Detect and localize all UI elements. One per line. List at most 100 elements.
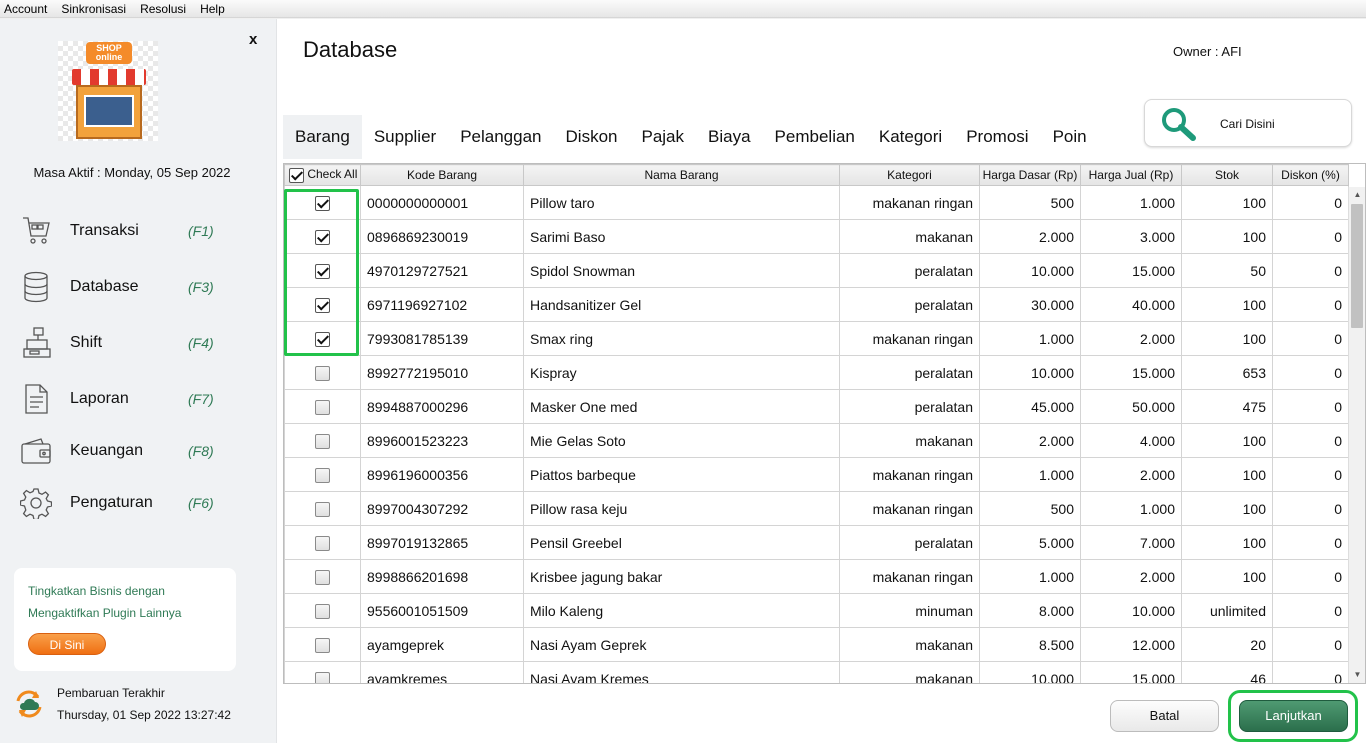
- sidebar-item-shift[interactable]: Shift (F4): [20, 323, 230, 363]
- menu-help[interactable]: Help: [200, 2, 225, 16]
- scroll-down-arrow-icon[interactable]: ▼: [1349, 667, 1365, 683]
- checkbox-cell[interactable]: [284, 491, 361, 526]
- kode-cell: 8997004307292: [360, 491, 524, 526]
- sidebar-item-laporan[interactable]: Laporan (F7): [20, 379, 230, 419]
- lanjutkan-button[interactable]: Lanjutkan: [1239, 700, 1348, 732]
- tab-barang[interactable]: Barang: [283, 115, 362, 159]
- sidebar-item-database[interactable]: Database (F3): [20, 267, 230, 307]
- kategori-cell: makanan: [839, 219, 980, 254]
- diskon-cell: 0: [1272, 525, 1349, 560]
- sidebar-item-transaksi[interactable]: Transaksi (F1): [20, 211, 230, 251]
- harga-dasar-cell: 30.000: [979, 287, 1081, 322]
- page-title: Database: [303, 37, 398, 62]
- tab-biaya[interactable]: Biaya: [696, 115, 763, 159]
- table-row[interactable]: 4970129727521 Spidol Snowman peralatan 10.0…: [284, 253, 1349, 288]
- column-header[interactable]: Harga Jual (Rp): [1080, 164, 1182, 186]
- harga-jual-cell: 12.000: [1080, 627, 1182, 662]
- row-checkbox[interactable]: [315, 433, 330, 449]
- table-row[interactable]: 8996001523223 Mie Gelas Soto makanan 2.000 4…: [284, 423, 1349, 458]
- scroll-thumb[interactable]: [1351, 204, 1363, 328]
- table-row[interactable]: 8997019132865 Pensil Greebel peralatan 5.00…: [284, 525, 1349, 560]
- row-checkbox[interactable]: [315, 331, 330, 347]
- checkbox-cell[interactable]: [284, 457, 361, 492]
- table-row[interactable]: 9556001051509 Milo Kaleng minuman 8.000 10.0…: [284, 593, 1349, 628]
- table-row[interactable]: ayamgeprek Nasi Ayam Geprek makanan 8.500 12…: [284, 627, 1349, 662]
- table-row[interactable]: 8996196000356 Piattos barbeque makanan rin…: [284, 457, 1349, 492]
- masa-aktif-text: Masa Aktif : Monday, 05 Sep 2022: [33, 165, 231, 180]
- column-header[interactable]: Diskon (%): [1272, 164, 1349, 186]
- row-checkbox[interactable]: [315, 399, 330, 415]
- checkbox-cell[interactable]: [284, 219, 361, 254]
- menu-sinkronisasi[interactable]: Sinkronisasi: [61, 2, 126, 16]
- di-sini-button[interactable]: Di Sini: [28, 633, 106, 655]
- menu-account[interactable]: Account: [4, 2, 47, 16]
- batal-button[interactable]: Batal: [1110, 700, 1219, 732]
- column-header[interactable]: Kategori: [839, 164, 980, 186]
- close-sidebar-button[interactable]: x: [249, 31, 257, 48]
- table-row[interactable]: 0000000000001 Pillow taro makanan ringan 50…: [284, 185, 1349, 220]
- tab-kategori[interactable]: Kategori: [867, 115, 954, 159]
- tab-diskon[interactable]: Diskon: [554, 115, 630, 159]
- checkbox-cell[interactable]: [284, 593, 361, 628]
- scroll-up-arrow-icon[interactable]: ▲: [1349, 187, 1365, 203]
- table-row[interactable]: ayamkremes Nasi Ayam Kremes makanan 10.000 1…: [284, 661, 1349, 683]
- table-row[interactable]: 6971196927102 Handsanitizer Gel peralatan 3…: [284, 287, 1349, 322]
- row-checkbox[interactable]: [315, 365, 330, 381]
- row-checkbox[interactable]: [315, 569, 330, 585]
- shortcut-key: (F8): [188, 443, 214, 459]
- tab-supplier[interactable]: Supplier: [362, 115, 448, 159]
- checkbox-cell[interactable]: [284, 355, 361, 390]
- shortcut-key: (F7): [188, 391, 214, 407]
- row-checkbox[interactable]: [315, 535, 330, 551]
- table-row[interactable]: 7993081785139 Smax ring makanan ringan 1.00…: [284, 321, 1349, 356]
- row-checkbox[interactable]: [315, 637, 330, 653]
- row-checkbox[interactable]: [315, 195, 330, 211]
- check-all-checkbox[interactable]: [289, 167, 304, 183]
- gear-icon: [20, 486, 52, 520]
- checkbox-cell[interactable]: [284, 627, 361, 662]
- checkbox-cell[interactable]: [284, 423, 361, 458]
- tab-pajak[interactable]: Pajak: [629, 115, 696, 159]
- checkbox-cell[interactable]: [284, 253, 361, 288]
- row-checkbox[interactable]: [315, 263, 330, 279]
- table-row[interactable]: 8998866201698 Krisbee jagung bakar makanan…: [284, 559, 1349, 594]
- checkbox-cell[interactable]: [284, 185, 361, 220]
- row-checkbox[interactable]: [315, 501, 330, 517]
- row-checkbox[interactable]: [315, 467, 330, 483]
- row-checkbox[interactable]: [315, 229, 330, 245]
- tab-pelanggan[interactable]: Pelanggan: [448, 115, 553, 159]
- column-header-check-all[interactable]: Check All: [284, 164, 361, 186]
- nama-cell: Handsanitizer Gel: [523, 287, 840, 322]
- harga-jual-cell: 15.000: [1080, 661, 1182, 683]
- column-header[interactable]: Nama Barang: [523, 164, 840, 186]
- search-button[interactable]: Cari Disini: [1144, 99, 1352, 147]
- tab-poin[interactable]: Poin: [1041, 115, 1099, 159]
- vertical-scrollbar[interactable]: ▲ ▼: [1348, 187, 1365, 683]
- stok-cell: 50: [1181, 253, 1273, 288]
- checkbox-cell[interactable]: [284, 661, 361, 683]
- table-row[interactable]: 0896869230019 Sarimi Baso makanan 2.000 3.00…: [284, 219, 1349, 254]
- sidebar-item-pengaturan[interactable]: Pengaturan (F6): [20, 483, 230, 523]
- sidebar-item-label: Shift: [70, 334, 103, 351]
- menu-resolusi[interactable]: Resolusi: [140, 2, 186, 16]
- checkbox-cell[interactable]: [284, 525, 361, 560]
- tab-pembelian[interactable]: Pembelian: [763, 115, 867, 159]
- nama-cell: Sarimi Baso: [523, 219, 840, 254]
- row-checkbox[interactable]: [315, 297, 330, 313]
- tab-promosi[interactable]: Promosi: [954, 115, 1040, 159]
- harga-dasar-cell: 10.000: [979, 355, 1081, 390]
- nama-cell: Nasi Ayam Kremes: [523, 661, 840, 683]
- column-header[interactable]: Stok: [1181, 164, 1273, 186]
- table-row[interactable]: 8997004307292 Pillow rasa keju makanan rin…: [284, 491, 1349, 526]
- row-checkbox[interactable]: [315, 603, 330, 619]
- checkbox-cell[interactable]: [284, 559, 361, 594]
- column-header[interactable]: Harga Dasar (Rp): [979, 164, 1081, 186]
- sidebar-item-keuangan[interactable]: Keuangan (F8): [20, 431, 230, 471]
- column-header[interactable]: Kode Barang: [360, 164, 524, 186]
- checkbox-cell[interactable]: [284, 321, 361, 356]
- table-row[interactable]: 8992772195010 Kispray peralatan 10.000 15.00…: [284, 355, 1349, 390]
- table-row[interactable]: 8994887000296 Masker One med peralatan 45.0…: [284, 389, 1349, 424]
- checkbox-cell[interactable]: [284, 389, 361, 424]
- row-checkbox[interactable]: [315, 671, 330, 683]
- checkbox-cell[interactable]: [284, 287, 361, 322]
